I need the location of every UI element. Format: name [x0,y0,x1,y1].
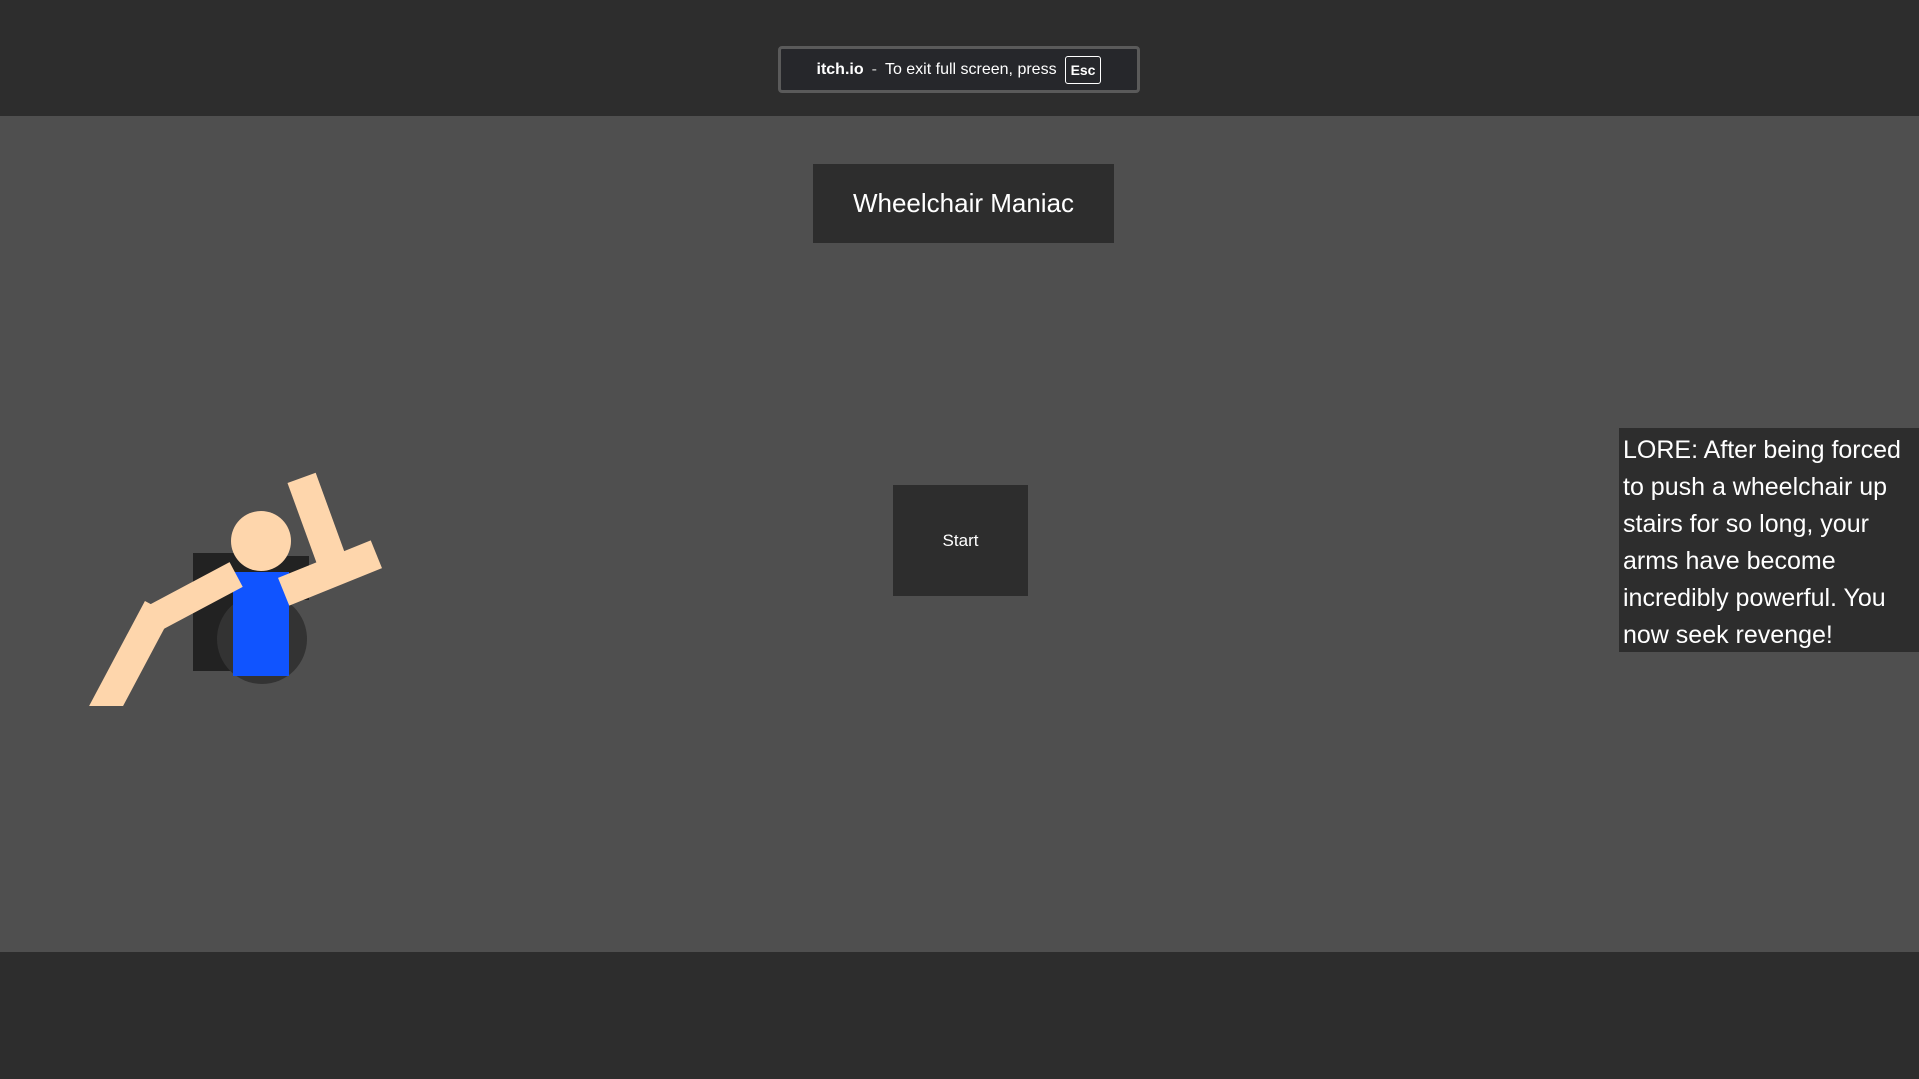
start-button[interactable]: Start [893,485,1028,596]
game-canvas[interactable]: Wheelchair Maniac Start LORE: After bein… [0,116,1919,952]
bottom-bar [0,952,1919,1079]
game-title: Wheelchair Maniac [813,164,1114,243]
fullscreen-notice: itch.io - To exit full screen, press Esc [778,46,1140,93]
top-bar: itch.io - To exit full screen, press Esc [0,0,1919,116]
esc-key-badge: Esc [1064,55,1102,84]
torso [233,572,289,676]
fullscreen-notice-message: To exit full screen, press [884,60,1057,78]
head [231,511,291,571]
wheelchair-character-icon [80,346,400,722]
lore-text: LORE: After being forced to push a wheel… [1619,428,1919,652]
fullscreen-notice-separator: - [871,60,877,78]
fullscreen-notice-brand: itch.io [816,60,864,78]
left-forearm [88,600,172,722]
